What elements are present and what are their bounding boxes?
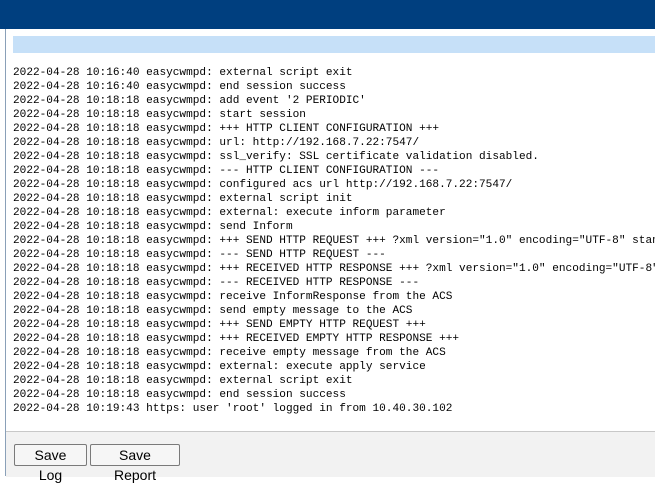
system-log-panel: 2022-04-28 10:16:40 easycwmpd: external … — [5, 29, 655, 483]
log-line: 2022-04-28 10:18:18 easycwmpd: start ses… — [13, 109, 306, 121]
log-line: 2022-04-28 10:19:43 https: user 'root' l… — [13, 403, 453, 415]
log-line: 2022-04-28 10:18:18 easycwmpd: +++ HTTP … — [13, 123, 440, 135]
log-line: 2022-04-28 10:18:18 easycwmpd: end sessi… — [13, 389, 346, 401]
log-line: 2022-04-28 10:18:18 easycwmpd: +++ SEND … — [13, 235, 655, 247]
log-line: 2022-04-28 10:18:18 easycwmpd: add event… — [13, 95, 366, 107]
log-line: 2022-04-28 10:18:18 easycwmpd: external … — [13, 193, 353, 205]
log-line: 2022-04-28 10:18:18 easycwmpd: external … — [13, 375, 353, 387]
log-line: 2022-04-28 10:18:18 easycwmpd: receive I… — [13, 291, 453, 303]
log-line: 2022-04-28 10:18:18 easycwmpd: configure… — [13, 179, 513, 191]
log-line: 2022-04-28 10:18:18 easycwmpd: +++ RECEI… — [13, 333, 460, 345]
top-header-bar — [0, 0, 655, 29]
log-line: 2022-04-28 10:18:18 easycwmpd: ssl_verif… — [13, 151, 539, 163]
log-line: 2022-04-28 10:18:18 easycwmpd: +++ SEND … — [13, 319, 426, 331]
log-line: 2022-04-28 10:18:18 easycwmpd: external:… — [13, 361, 426, 373]
save-report-button[interactable]: Save Report — [90, 444, 180, 483]
log-line: 2022-04-28 10:18:18 easycwmpd: send Info… — [13, 221, 293, 233]
log-line: 2022-04-28 10:18:18 easycwmpd: send empt… — [13, 305, 413, 317]
system-log-output: 2022-04-28 10:16:40 easycwmpd: external … — [13, 66, 655, 426]
info-bar — [13, 36, 655, 53]
log-line: 2022-04-28 10:16:40 easycwmpd: end sessi… — [13, 81, 346, 93]
log-line: 2022-04-28 10:16:40 easycwmpd: external … — [13, 67, 353, 79]
action-bar: Save Log Save Report — [6, 431, 655, 483]
log-line: 2022-04-28 10:18:18 easycwmpd: url: http… — [13, 137, 420, 149]
log-line: 2022-04-28 10:18:18 easycwmpd: --- RECEI… — [13, 277, 420, 289]
log-line: 2022-04-28 10:18:18 easycwmpd: --- HTTP … — [13, 165, 440, 177]
log-line: 2022-04-28 10:18:18 easycwmpd: external:… — [13, 207, 446, 219]
log-line: 2022-04-28 10:18:18 easycwmpd: +++ RECEI… — [13, 263, 655, 275]
log-line: 2022-04-28 10:18:18 easycwmpd: receive e… — [13, 347, 446, 359]
log-line: 2022-04-28 10:18:18 easycwmpd: --- SEND … — [13, 249, 386, 261]
save-log-button[interactable]: Save Log — [14, 444, 87, 483]
